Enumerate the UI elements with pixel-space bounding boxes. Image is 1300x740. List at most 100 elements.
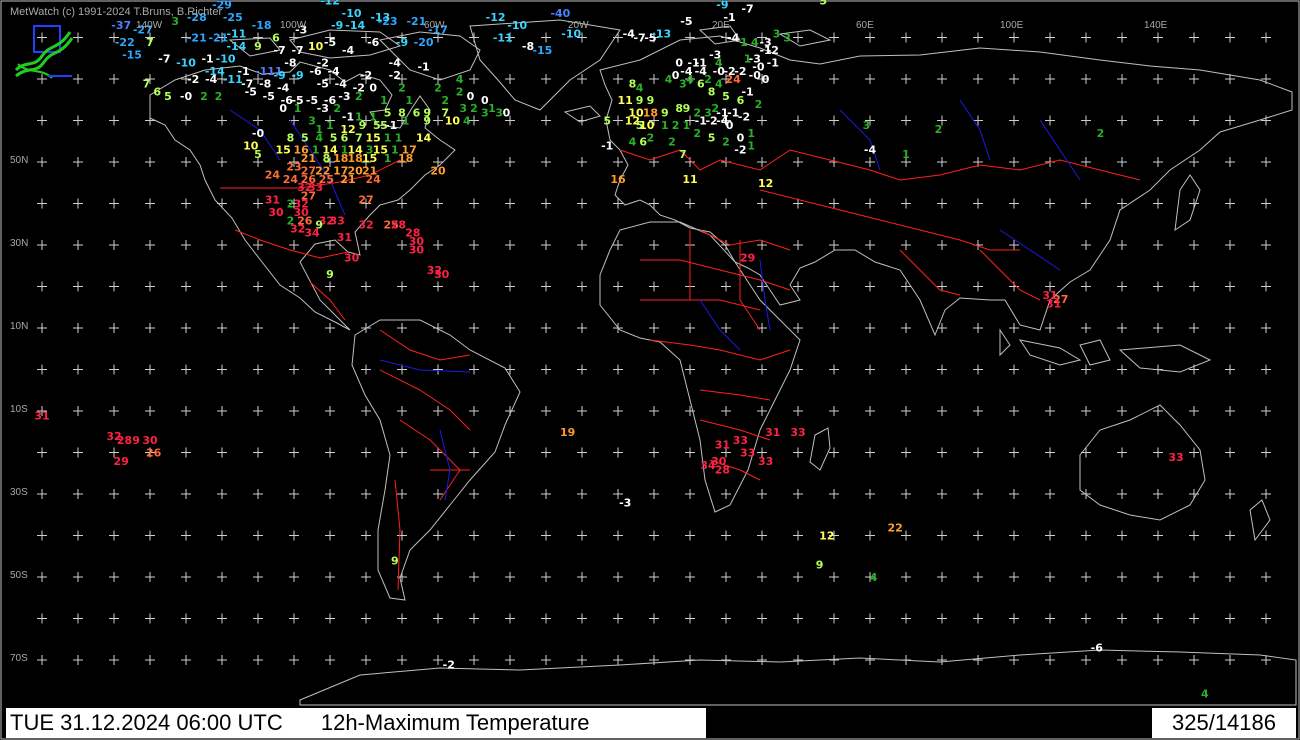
station-value: 0 (737, 131, 745, 144)
station-value: -15 (532, 44, 552, 57)
station-value: 33 (1168, 451, 1183, 464)
station-value: 2 (470, 102, 478, 115)
station-value: 0 (369, 81, 377, 94)
footer-parameter: 12h-Maximum Temperature (320, 710, 590, 735)
lon-label: 60W (424, 20, 445, 31)
station-value: 31 (265, 194, 280, 207)
station-value: -4 (389, 57, 402, 70)
station-value: -10 (176, 57, 196, 70)
station-value: 2 (668, 135, 676, 148)
station-value: 31 (765, 426, 780, 439)
station-value: -21 (187, 32, 207, 45)
station-value: -12 (486, 11, 506, 24)
station-value: -37 (111, 19, 131, 32)
station-value: 1 (740, 36, 748, 49)
station-value: 2 (200, 90, 208, 103)
station-value: 4 (715, 77, 723, 90)
station-value: 6 (341, 131, 349, 144)
station-value: 4 (629, 135, 637, 148)
station-value: 11 (682, 173, 697, 186)
station-value: 2 (704, 73, 712, 86)
station-value: -9 (716, 0, 728, 11)
station-value: 9 (661, 106, 669, 119)
station-value: 9 (391, 555, 399, 568)
station-value: -2 (443, 658, 455, 671)
station-value: 21 (301, 152, 316, 165)
station-value: 28 (391, 218, 406, 231)
station-value: 7 (355, 131, 363, 144)
station-value: 24 (283, 173, 299, 186)
station-value: 1 (747, 140, 755, 153)
station-value: 1 (661, 119, 669, 132)
station-value: 1 (683, 119, 691, 132)
station-value: 18 (398, 152, 413, 165)
station-value: 15 (362, 152, 377, 165)
station-value: 15 (276, 144, 291, 157)
station-value: 1 (380, 94, 388, 107)
lon-label: 140W (136, 20, 163, 31)
station-value: 9 (816, 559, 824, 572)
station-value: 289 (117, 434, 140, 447)
station-value: 14 (416, 131, 432, 144)
station-value: -6 (1091, 642, 1104, 655)
station-value: 9 (683, 102, 691, 115)
station-value: 2 (1097, 127, 1105, 140)
station-value: 3 (863, 119, 871, 132)
lat-label: 50S (10, 570, 28, 581)
lat-label: 30S (10, 487, 28, 498)
station-value: 24 (265, 169, 281, 182)
station-value: 2 (215, 90, 223, 103)
copyright-credit: MetWatch (c) 1991-2024 T.Bruns, B.Richte… (10, 6, 223, 18)
lon-label: 100W (280, 20, 307, 31)
station-value: -11 (493, 32, 513, 45)
station-value: 1 (902, 148, 910, 161)
station-value: 18 (333, 152, 348, 165)
station-value: 21 (340, 173, 355, 186)
station-value: 4 (686, 73, 694, 86)
station-value: -5 (263, 90, 275, 103)
station-value: -22 (115, 36, 135, 49)
lon-label: 20W (568, 20, 589, 31)
station-value: -4 (727, 32, 740, 45)
station-value: 3 (773, 28, 781, 41)
station-value: 3 (783, 32, 791, 45)
station-value: -4 (205, 73, 218, 86)
station-value: -9 (331, 19, 343, 32)
station-value: -2 (389, 69, 401, 82)
station-value: 2 (755, 98, 763, 111)
station-value: -1 (201, 52, 213, 65)
station-value: 5 (636, 119, 644, 132)
station-value: 30 (409, 243, 425, 256)
station-value: 16 (610, 173, 626, 186)
station-value: -2 (767, 44, 779, 57)
station-value: -0 (180, 90, 193, 103)
station-value: 4 (456, 73, 464, 86)
lat-label: 10S (10, 404, 28, 415)
station-value: 31 (34, 409, 49, 422)
station-value: 4 (751, 36, 759, 49)
station-value: 30 (344, 252, 360, 265)
station-value: 34 (700, 459, 716, 472)
station-value: -6 (367, 36, 380, 49)
station-value: 27 (358, 194, 373, 207)
station-value: 8 (708, 86, 716, 99)
station-value: -14 (226, 40, 246, 53)
station-value: -2 (353, 81, 365, 94)
station-value: -10 (507, 19, 527, 32)
station-value: 6 (153, 86, 161, 99)
station-value: -7 (273, 44, 285, 57)
station-value: 8 (287, 131, 295, 144)
station-value: 6 (737, 94, 745, 107)
lat-label: 70S (10, 653, 28, 664)
station-value: -4 (327, 65, 340, 78)
station-value: 22 (888, 521, 903, 534)
station-value: -2 (734, 144, 746, 157)
station-value: -11 (226, 28, 246, 41)
station-value: -11 (223, 73, 243, 86)
station-value: 4 (1201, 687, 1209, 700)
station-value: -40 (550, 7, 570, 20)
station-value: 11 (618, 94, 633, 107)
station-value: 2 (647, 131, 655, 144)
station-value: 31 (337, 231, 352, 244)
station-value: 30 (142, 434, 158, 447)
